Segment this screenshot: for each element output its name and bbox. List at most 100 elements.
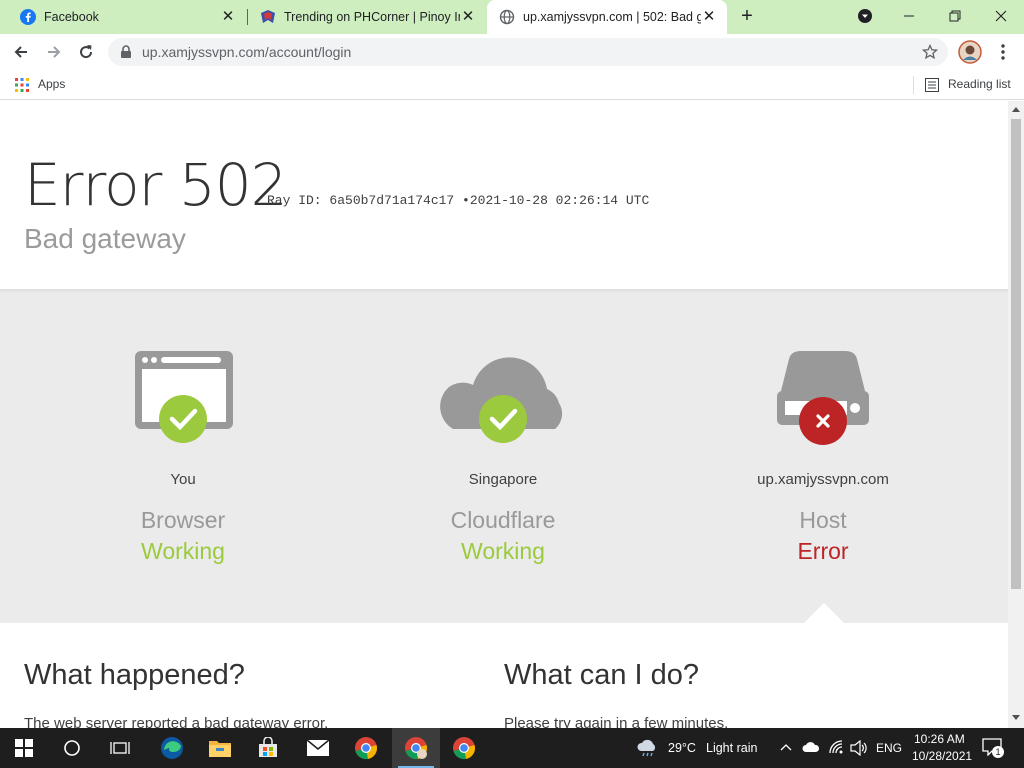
minimize-button[interactable] [886, 0, 932, 32]
status-location: Singapore [468, 471, 538, 488]
error-subtitle: Bad gateway [24, 223, 186, 254]
clock-time[interactable]: 10:26 AM [914, 732, 965, 746]
menu-button[interactable] [990, 39, 1016, 65]
reload-icon [80, 45, 93, 59]
task-view-icon [110, 742, 130, 754]
chrome-icon [355, 737, 377, 760]
edge-icon [161, 737, 183, 759]
status-kind: Cloudflare [450, 507, 556, 533]
store-bag-icon [259, 737, 277, 757]
volume-icon[interactable] [850, 740, 868, 756]
scroll-up-arrow-icon[interactable] [1012, 107, 1020, 112]
avatar-icon [958, 40, 982, 64]
search-circle-icon [64, 740, 80, 756]
reading-list-button[interactable]: Reading list [948, 77, 1011, 91]
close-icon[interactable]: ✕ [460, 9, 476, 25]
lock-icon [121, 45, 131, 58]
facebook-icon [20, 9, 36, 25]
status-value: Working [461, 538, 545, 564]
store-app[interactable] [244, 728, 292, 768]
search-button[interactable] [48, 728, 96, 768]
tab-facebook[interactable]: Facebook ✕ [8, 0, 246, 34]
close-window-button[interactable] [978, 0, 1024, 32]
notification-badge: 1 [992, 746, 1004, 758]
reload-button[interactable] [73, 39, 99, 65]
notification-center-button[interactable]: 1 [982, 738, 1004, 758]
weather-temp[interactable]: 29°C [668, 741, 696, 755]
error-title: Error 502 [24, 151, 288, 219]
status-value: Working [141, 538, 225, 564]
tab-phcorner[interactable]: Trending on PHCorner | Pinoy Int ✕ [248, 0, 486, 34]
back-button[interactable] [8, 39, 34, 65]
tab-title: up.xamjyssvpn.com | 502: Bad ga [523, 10, 701, 24]
server-icon [777, 351, 869, 445]
globe-icon [499, 9, 515, 25]
chevron-down-icon [858, 9, 872, 23]
onedrive-cloud-icon[interactable] [802, 741, 820, 753]
chrome-app-3[interactable] [440, 728, 488, 768]
status-location: up.xamjyssvpn.com [757, 471, 889, 488]
address-bar[interactable]: up.xamjyssvpn.com/account/login [108, 38, 948, 66]
scroll-thumb[interactable] [1011, 119, 1021, 589]
language-indicator[interactable]: ENG [876, 741, 902, 755]
chevron-up-icon[interactable] [780, 742, 792, 752]
bookmark-separator [913, 76, 914, 94]
band-shadow [0, 289, 1008, 293]
close-icon[interactable]: ✕ [701, 9, 717, 25]
cloud-icon [440, 357, 563, 443]
chrome-app-2-active[interactable] [392, 728, 440, 768]
status-band [0, 289, 1008, 623]
mail-app[interactable] [294, 728, 342, 768]
phcorner-icon [260, 9, 276, 25]
weather-description[interactable]: Light rain [706, 741, 757, 755]
bullet-separator: • [462, 193, 470, 208]
page-content: Error 502 Ray ID: 6a50b7d71a174c17 •2021… [0, 101, 1008, 728]
mail-icon [306, 739, 330, 756]
browser-icon [135, 351, 233, 443]
reading-list-icon[interactable] [925, 78, 939, 92]
weather-rain-icon[interactable] [636, 739, 658, 757]
start-button[interactable] [0, 728, 48, 768]
new-tab-button[interactable]: + [736, 6, 758, 28]
windows-taskbar: 29°C Light rain ENG 10:26 AM 10/28/2021 … [0, 728, 1024, 768]
tab-search-button[interactable] [842, 0, 888, 32]
page-scrollbar[interactable] [1008, 101, 1024, 728]
restore-button[interactable] [932, 0, 978, 32]
what-can-i-do-heading: What can I do? [504, 659, 700, 691]
tab-title: Trending on PHCorner | Pinoy Int [284, 10, 460, 24]
status-kind: Host [799, 507, 847, 533]
wifi-icon[interactable] [828, 739, 844, 755]
what-happened-text: The web server reported a bad gateway er… [24, 715, 329, 728]
scroll-down-arrow-icon[interactable] [1012, 715, 1020, 720]
browser-toolbar: up.xamjyssvpn.com/account/login [0, 34, 1024, 70]
forward-button[interactable] [41, 39, 67, 65]
file-explorer-app[interactable] [196, 728, 244, 768]
close-icon[interactable]: ✕ [220, 9, 236, 25]
bookmark-apps[interactable]: Apps [38, 77, 65, 91]
chrome-profile-icon [405, 737, 427, 760]
chrome-icon [453, 737, 475, 760]
restore-icon [949, 10, 961, 22]
star-icon [922, 44, 938, 60]
what-can-i-do-text: Please try again in a few minutes. [504, 715, 729, 728]
profile-button[interactable] [957, 39, 983, 65]
kebab-menu-icon [1001, 44, 1005, 60]
folder-icon [209, 741, 231, 757]
apps-grid-icon[interactable] [15, 78, 29, 92]
tab-active-error[interactable]: up.xamjyssvpn.com | 502: Bad ga ✕ [487, 0, 727, 34]
status-value: Error [797, 538, 849, 564]
arrow-right-icon [48, 46, 61, 58]
status-kind: Browser [140, 507, 226, 533]
what-happened-heading: What happened? [24, 659, 245, 691]
chrome-app-1[interactable] [342, 728, 390, 768]
edge-app[interactable] [148, 728, 196, 768]
ray-info: Ray ID: 6a50b7d71a174c17 •2021-10-28 02:… [267, 193, 649, 208]
tab-title: Facebook [44, 10, 99, 24]
clock-date[interactable]: 10/28/2021 [912, 749, 972, 763]
bookmarks-bar: Apps Reading list [0, 70, 1024, 100]
url-text[interactable]: up.xamjyssvpn.com/account/login [142, 44, 351, 60]
close-icon [995, 10, 1007, 22]
windows-logo-icon [15, 739, 33, 757]
timestamp: 2021-10-28 02:26:14 UTC [469, 193, 650, 208]
task-view-button[interactable] [96, 728, 144, 768]
